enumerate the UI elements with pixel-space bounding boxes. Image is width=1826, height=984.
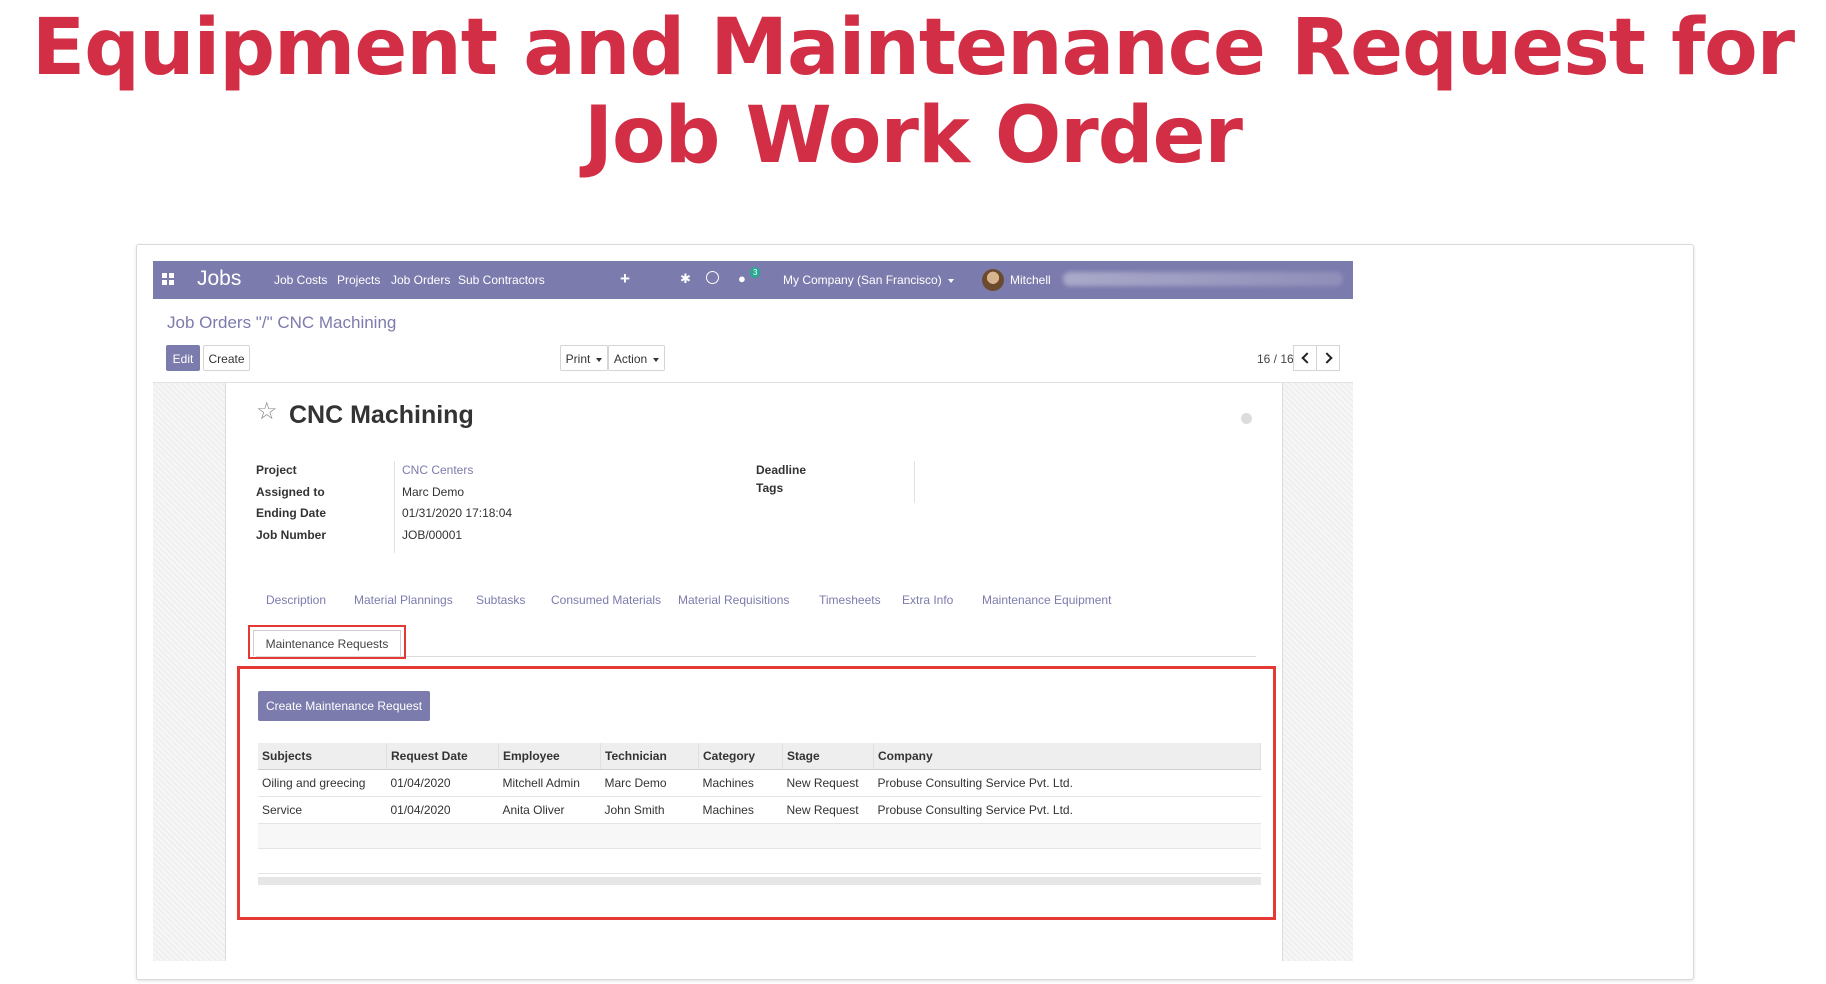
page-headline: Equipment and Maintenance Request for Jo… <box>31 3 1795 181</box>
user-menu[interactable]: Mitchell <box>1010 273 1051 287</box>
tab-subtasks[interactable]: Subtasks <box>476 593 525 607</box>
menu-projects[interactable]: Projects <box>337 273 380 287</box>
cell-company: Probuse Consulting Service Pvt. Ltd. <box>873 796 1261 824</box>
print-button[interactable]: Print <box>560 345 608 371</box>
column-header[interactable]: Request Date <box>386 743 499 770</box>
blurred-text <box>1063 272 1343 286</box>
action-button[interactable]: Action <box>608 345 665 371</box>
company-switcher[interactable]: My Company (San Francisco) <box>783 273 954 287</box>
company-label: My Company (San Francisco) <box>783 273 942 287</box>
column-header[interactable]: Stage <box>782 743 874 770</box>
chevron-down-icon <box>947 278 954 283</box>
field-label-job-number: Job Number <box>256 528 327 542</box>
tab-maintenance-equipment[interactable]: Maintenance Equipment <box>982 593 1111 607</box>
chevron-left-icon <box>1301 352 1313 364</box>
pager-value[interactable]: 16 / 16 <box>1257 352 1294 366</box>
cell-employee: Anita Oliver <box>498 796 601 824</box>
table-footer <box>258 877 1261 885</box>
field-job-number: JOB/00001 <box>402 528 463 542</box>
breadcrumb[interactable]: Job Orders "/" CNC Machining <box>167 313 396 333</box>
app-window: Jobs Job Costs Projects Job Orders Sub C… <box>153 261 1353 961</box>
column-header[interactable]: Company <box>873 743 1261 770</box>
field-label-ending-date: Ending Date <box>256 506 327 520</box>
cell-employee: Mitchell Admin <box>498 769 601 797</box>
cell-company: Probuse Consulting Service Pvt. Ltd. <box>873 769 1261 797</box>
cell-technician: John Smith <box>600 796 699 824</box>
tab-divider <box>256 656 1256 657</box>
screenshot-frame: Jobs Job Costs Projects Job Orders Sub C… <box>136 244 1694 980</box>
menu-job-costs[interactable]: Job Costs <box>274 273 327 287</box>
action-label: Action <box>613 352 648 366</box>
field-separator <box>914 461 915 503</box>
cell-category: Machines <box>698 796 783 824</box>
table-row[interactable]: Oiling and greecing 01/04/2020 Mitchell … <box>258 769 1261 797</box>
chat-badge: 3 <box>750 267 761 278</box>
tab-timesheets[interactable]: Timesheets <box>819 593 881 607</box>
chat-icon[interactable]: ● <box>738 271 746 286</box>
status-indicator <box>1241 413 1252 424</box>
cell-stage: New Request <box>782 769 874 797</box>
chevron-down-icon <box>596 357 603 362</box>
cell-request-date: 01/04/2020 <box>386 796 499 824</box>
top-navbar: Jobs Job Costs Projects Job Orders Sub C… <box>153 261 1353 299</box>
highlight-box-tab: Maintenance Requests <box>248 625 406 659</box>
menu-job-orders[interactable]: Job Orders <box>391 273 450 287</box>
cell-category: Machines <box>698 769 783 797</box>
field-label-deadline: Deadline <box>756 463 807 477</box>
clock-icon[interactable] <box>706 271 719 284</box>
cell-stage: New Request <box>782 796 874 824</box>
tab-extra-info[interactable]: Extra Info <box>902 593 953 607</box>
table-row[interactable]: Service 01/04/2020 Anita Oliver John Smi… <box>258 796 1261 824</box>
field-ending-date: 01/31/2020 17:18:04 <box>402 506 513 520</box>
field-project[interactable]: CNC Centers <box>402 463 473 477</box>
tab-description[interactable]: Description <box>266 593 326 607</box>
field-label-project: Project <box>256 463 297 477</box>
cell-request-date: 01/04/2020 <box>386 769 499 797</box>
field-label-tags: Tags <box>756 481 784 495</box>
field-separator <box>394 461 395 553</box>
star-icon[interactable]: ☆ <box>256 400 278 424</box>
pager-previous-button[interactable] <box>1293 345 1317 371</box>
apps-icon[interactable] <box>162 273 174 285</box>
edit-button[interactable]: Edit <box>166 345 200 371</box>
cell-subject: Oiling and greecing <box>258 769 387 797</box>
column-header[interactable]: Subjects <box>258 743 387 770</box>
cell-technician: Marc Demo <box>600 769 699 797</box>
highlight-box-panel: Create Maintenance Request Subjects Requ… <box>237 666 1276 920</box>
avatar[interactable] <box>982 269 1004 291</box>
record-title: CNC Machining <box>289 401 474 429</box>
print-label: Print <box>565 352 591 366</box>
table-header-row: Subjects Request Date Employee Technicia… <box>258 743 1261 770</box>
empty-row <box>258 823 1261 849</box>
column-header[interactable]: Employee <box>498 743 601 770</box>
tab-maintenance-requests[interactable]: Maintenance Requests <box>253 630 401 656</box>
plus-icon[interactable]: + <box>620 269 630 289</box>
maintenance-requests-table: Subjects Request Date Employee Technicia… <box>258 743 1261 874</box>
menu-sub-contractors[interactable]: Sub Contractors <box>458 273 545 287</box>
create-maintenance-request-button[interactable]: Create Maintenance Request <box>258 691 430 721</box>
form-gutter-right <box>1283 383 1353 961</box>
bug-icon[interactable]: ✱ <box>680 271 691 287</box>
cell-subject: Service <box>258 796 387 824</box>
form-gutter-left <box>153 383 225 961</box>
empty-row <box>258 848 1261 874</box>
form-sheet: ☆ CNC Machining Project CNC Centers Assi… <box>225 383 1283 961</box>
chevron-down-icon <box>653 357 660 362</box>
column-header[interactable]: Category <box>698 743 783 770</box>
tab-consumed-materials[interactable]: Consumed Materials <box>551 593 661 607</box>
pager-next-button[interactable] <box>1316 345 1340 371</box>
app-brand[interactable]: Jobs <box>197 267 241 291</box>
column-header[interactable]: Technician <box>600 743 699 770</box>
field-label-assigned-to: Assigned to <box>256 485 325 499</box>
chevron-right-icon <box>1321 352 1333 364</box>
tab-material-plannings[interactable]: Material Plannings <box>354 593 453 607</box>
field-assigned-to: Marc Demo <box>402 485 465 499</box>
tab-material-requisitions[interactable]: Material Requisitions <box>678 593 789 607</box>
create-button[interactable]: Create <box>203 345 250 371</box>
